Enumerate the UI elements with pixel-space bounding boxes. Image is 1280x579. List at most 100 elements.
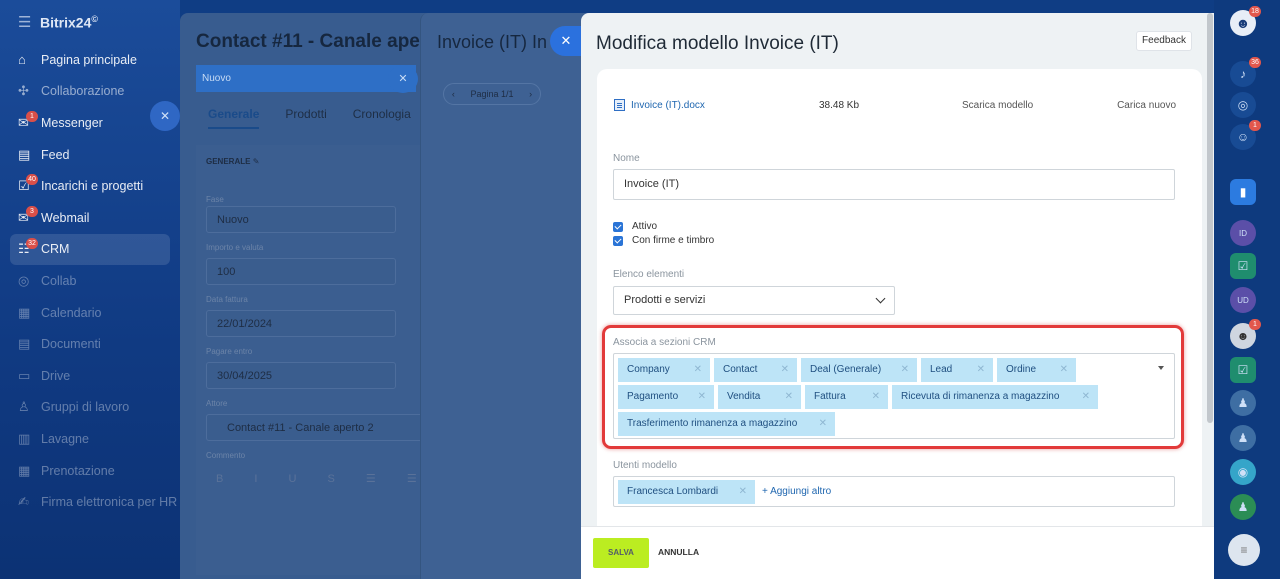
- bookmark-icon[interactable]: ▮: [1230, 179, 1256, 205]
- chevron-left-icon[interactable]: ‹: [452, 89, 455, 99]
- users-selector[interactable]: Francesca Lombardi ✕ + Aggiungi altro: [613, 476, 1175, 507]
- collab-icon: ✣: [18, 83, 29, 99]
- elements-select[interactable]: Prodotti e servizi: [613, 286, 895, 315]
- sidebar-item-documenti[interactable]: ▤ Documenti: [0, 328, 180, 360]
- brand[interactable]: ☰ Bitrix24©: [0, 0, 180, 44]
- remove-tag-icon[interactable]: ✕: [694, 358, 702, 382]
- count-badge: 32: [26, 237, 38, 249]
- group-icon[interactable]: ♟: [1230, 425, 1256, 451]
- remove-tag-icon[interactable]: ✕: [872, 385, 880, 409]
- add-more-link[interactable]: + Aggiungi altro: [762, 486, 831, 497]
- footer-bar: SALVA ANNULLA: [581, 526, 1215, 579]
- remove-tag-icon[interactable]: ✕: [785, 385, 793, 409]
- remove-tag-icon[interactable]: ✕: [1082, 385, 1090, 409]
- user-ud-icon[interactable]: UD: [1230, 287, 1256, 313]
- sidebar-item-drive[interactable]: ▭ Drive: [0, 360, 180, 392]
- name-input[interactable]: Invoice (IT): [613, 169, 1175, 200]
- remove-tag-icon[interactable]: ✕: [698, 385, 706, 409]
- tab-generale[interactable]: Generale: [208, 107, 260, 129]
- close-contact-icon[interactable]: ✕: [150, 101, 180, 131]
- menu-icon[interactable]: ☰: [18, 13, 40, 31]
- remove-tag-icon[interactable]: ✕: [781, 358, 789, 382]
- chat-group-icon[interactable]: ◉: [1230, 459, 1256, 485]
- scrollbar[interactable]: [1207, 13, 1213, 423]
- sidebar-item-feed[interactable]: ▤ Feed: [0, 139, 180, 171]
- sidebar-item-label: Gruppi di lavoro: [41, 400, 130, 415]
- menu-bubble-icon[interactable]: ≡: [1228, 534, 1260, 566]
- cancel-button[interactable]: ANNULLA: [658, 547, 699, 557]
- count-badge: 1: [26, 111, 38, 123]
- chevron-right-icon[interactable]: ›: [529, 89, 532, 99]
- stage-bar[interactable]: Nuovo: [196, 65, 416, 92]
- sidebar-item-prenotazione[interactable]: ▦ Prenotazione: [0, 455, 180, 487]
- feedback-button[interactable]: Feedback: [1136, 31, 1192, 51]
- file-row: Invoice (IT).docx 38.48 Kb Scarica model…: [614, 98, 1176, 114]
- tag-ricevuta[interactable]: Ricevuta di rimanenza a magazzino ✕: [892, 385, 1098, 409]
- crm-tag-selector[interactable]: Company ✕ Contact ✕ Deal (Generale) ✕ Lead ✕…: [613, 353, 1175, 439]
- field-label: Importo e valuta: [206, 243, 264, 252]
- brand-name: Bitrix24©: [40, 13, 98, 31]
- sidebar-item-incarichi-e-progetti[interactable]: ☑ Incarichi e progetti 40: [0, 170, 180, 202]
- tag-trasferimento[interactable]: Trasferimento rimanenza a magazzino ✕: [618, 412, 835, 436]
- sidebar-item-crm[interactable]: ☷ CRM 32: [10, 233, 170, 266]
- notification-badge: 36: [1249, 57, 1261, 68]
- remove-tag-icon[interactable]: ✕: [977, 358, 985, 382]
- field-value[interactable]: Nuovo: [206, 206, 396, 233]
- download-template-link[interactable]: Scarica modello: [962, 100, 1033, 111]
- sidebar-item-collaborazione[interactable]: ✣ Collaborazione: [0, 76, 180, 108]
- stage-close-icon[interactable]: ✕: [388, 65, 418, 93]
- field-value[interactable]: 100: [206, 258, 396, 285]
- field-value[interactable]: 30/04/2025: [206, 362, 396, 389]
- user-tag[interactable]: Francesca Lombardi ✕: [618, 480, 755, 504]
- tag-fattura[interactable]: Fattura ✕: [805, 385, 888, 409]
- stamp-checkbox[interactable]: [613, 235, 623, 246]
- pager: ‹ Pagina 1/1 ›: [443, 83, 541, 105]
- pager-label: Pagina 1/1: [470, 89, 514, 99]
- user-id-icon[interactable]: ID: [1230, 220, 1256, 246]
- document-icon: [614, 99, 625, 111]
- sidebar-item-webmail[interactable]: ✉ Webmail 3: [0, 202, 180, 234]
- tab-cronologia[interactable]: Cronologia: [353, 107, 411, 129]
- bell-icon[interactable]: ♪ 36: [1230, 57, 1261, 87]
- stamp-checkbox-row[interactable]: Con firme e timbro: [613, 235, 714, 246]
- caret-down-icon[interactable]: [1158, 366, 1164, 370]
- sidebar-item-calendario[interactable]: ▦ Calendario: [0, 297, 180, 329]
- tag-ordine[interactable]: Ordine ✕: [997, 358, 1076, 382]
- sidebar-item-pagina-principale[interactable]: ⌂ Pagina principale: [0, 44, 180, 76]
- tag-contact[interactable]: Contact ✕: [714, 358, 797, 382]
- tag-company[interactable]: Company ✕: [618, 358, 710, 382]
- team-icon[interactable]: ♟: [1230, 494, 1256, 520]
- editor-toolbar[interactable]: B I U S ☰ ☰: [206, 466, 436, 493]
- active-checkbox-row[interactable]: Attivo: [613, 221, 657, 232]
- upload-new-link[interactable]: Carica nuovo: [1117, 100, 1176, 111]
- checklist-icon[interactable]: ☑: [1230, 253, 1256, 279]
- file-link[interactable]: Invoice (IT).docx: [631, 100, 705, 111]
- task-icon[interactable]: ☑: [1230, 357, 1256, 383]
- avatar[interactable]: ☻ 18: [1230, 6, 1261, 36]
- tag-pagamento[interactable]: Pagamento ✕: [618, 385, 714, 409]
- tag-vendita[interactable]: Vendita ✕: [718, 385, 801, 409]
- remove-tag-icon[interactable]: ✕: [739, 480, 747, 504]
- remove-tag-icon[interactable]: ✕: [1060, 358, 1068, 382]
- tab-prodotti[interactable]: Prodotti: [285, 107, 326, 129]
- remove-tag-icon[interactable]: ✕: [901, 358, 909, 382]
- user-badge: 1: [1249, 319, 1261, 330]
- active-checkbox[interactable]: [613, 221, 623, 232]
- field-value[interactable]: 22/01/2024: [206, 310, 396, 337]
- sidebar-item-firma-elettronica-per-hr[interactable]: ✍ Firma elettronica per HR: [0, 486, 180, 518]
- sidebar-item-gruppi-di-lavoro[interactable]: ♙ Gruppi di lavoro: [0, 392, 180, 424]
- spiral-icon[interactable]: ◎: [1230, 92, 1256, 118]
- sidebar-item-lavagne[interactable]: ▥ Lavagne: [0, 423, 180, 455]
- sidebar-item-collab[interactable]: ◎ Collab: [0, 265, 180, 297]
- tag-lead[interactable]: Lead ✕: [921, 358, 993, 382]
- tag-deal[interactable]: Deal (Generale) ✕: [801, 358, 917, 382]
- edit-icon[interactable]: ✎: [253, 157, 260, 166]
- remove-tag-icon[interactable]: ✕: [819, 412, 827, 436]
- person-avatar-icon[interactable]: ☻ 1: [1230, 319, 1261, 349]
- chat-bubble-icon[interactable]: ☺ 1: [1230, 120, 1261, 150]
- field-value[interactable]: Contact #11 - Canale aperto 2: [206, 414, 436, 441]
- booking-icon: ▦: [18, 462, 31, 478]
- save-button[interactable]: SALVA: [593, 538, 649, 568]
- group-icon[interactable]: ♟: [1230, 390, 1256, 416]
- close-editor-icon[interactable]: ✕: [550, 26, 582, 56]
